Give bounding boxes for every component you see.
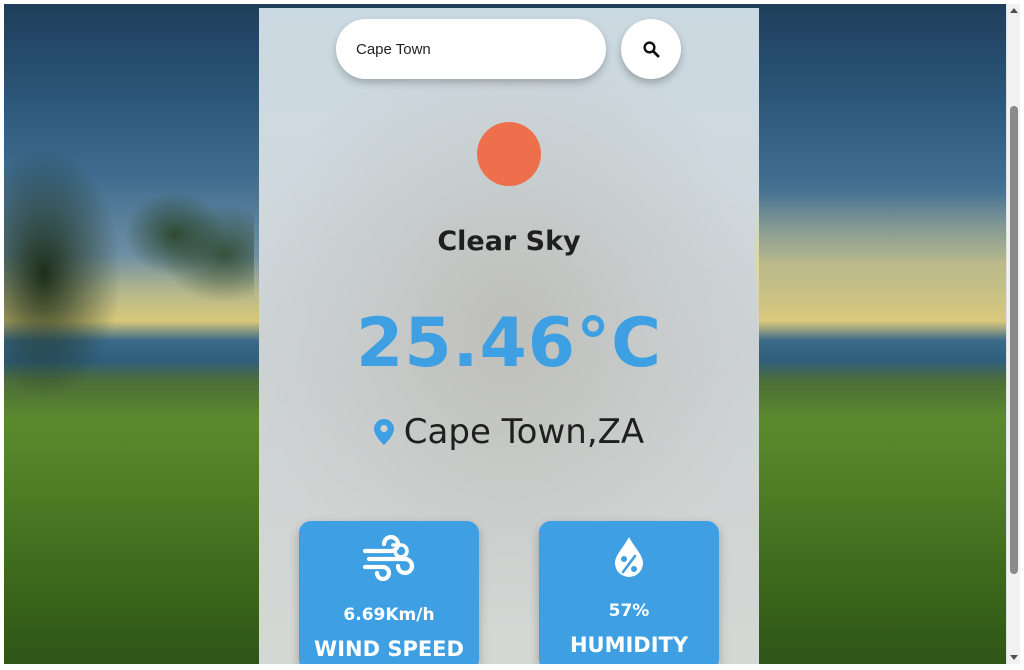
page-scrollbar[interactable] [1006, 4, 1020, 664]
location: Cape Town,ZA [259, 412, 759, 452]
humidity-card: 57% HUMIDITY [539, 521, 719, 664]
search-button[interactable] [621, 19, 681, 79]
scroll-up-arrow-icon[interactable] [1010, 8, 1018, 13]
sun-icon [477, 122, 541, 186]
search-bar [336, 19, 681, 79]
search-icon [643, 41, 660, 58]
temperature-value: 25.46°C [356, 304, 662, 383]
weather-panel: Clear Sky 25.46°C Cape Town,ZA 6.69Km [259, 8, 759, 664]
background-landscape: Clear Sky 25.46°C Cape Town,ZA 6.69Km [4, 4, 1006, 664]
wind-speed-label: WIND SPEED [314, 637, 464, 661]
wind-speed-card: 6.69Km/h WIND SPEED [299, 521, 479, 664]
humidity-drop-icon [615, 537, 643, 577]
location-pin-icon [373, 419, 394, 445]
scroll-down-arrow-icon[interactable] [1010, 655, 1018, 660]
weather-condition: Clear Sky [437, 226, 581, 257]
humidity-label: HUMIDITY [569, 633, 689, 657]
wind-icon [362, 535, 415, 582]
location-name: Cape Town,ZA [403, 412, 645, 452]
city-search-input[interactable] [336, 19, 606, 79]
humidity-value: 57% [608, 601, 650, 621]
scrollbar-thumb[interactable] [1010, 106, 1018, 574]
wind-speed-value: 6.69Km/h [343, 605, 435, 625]
